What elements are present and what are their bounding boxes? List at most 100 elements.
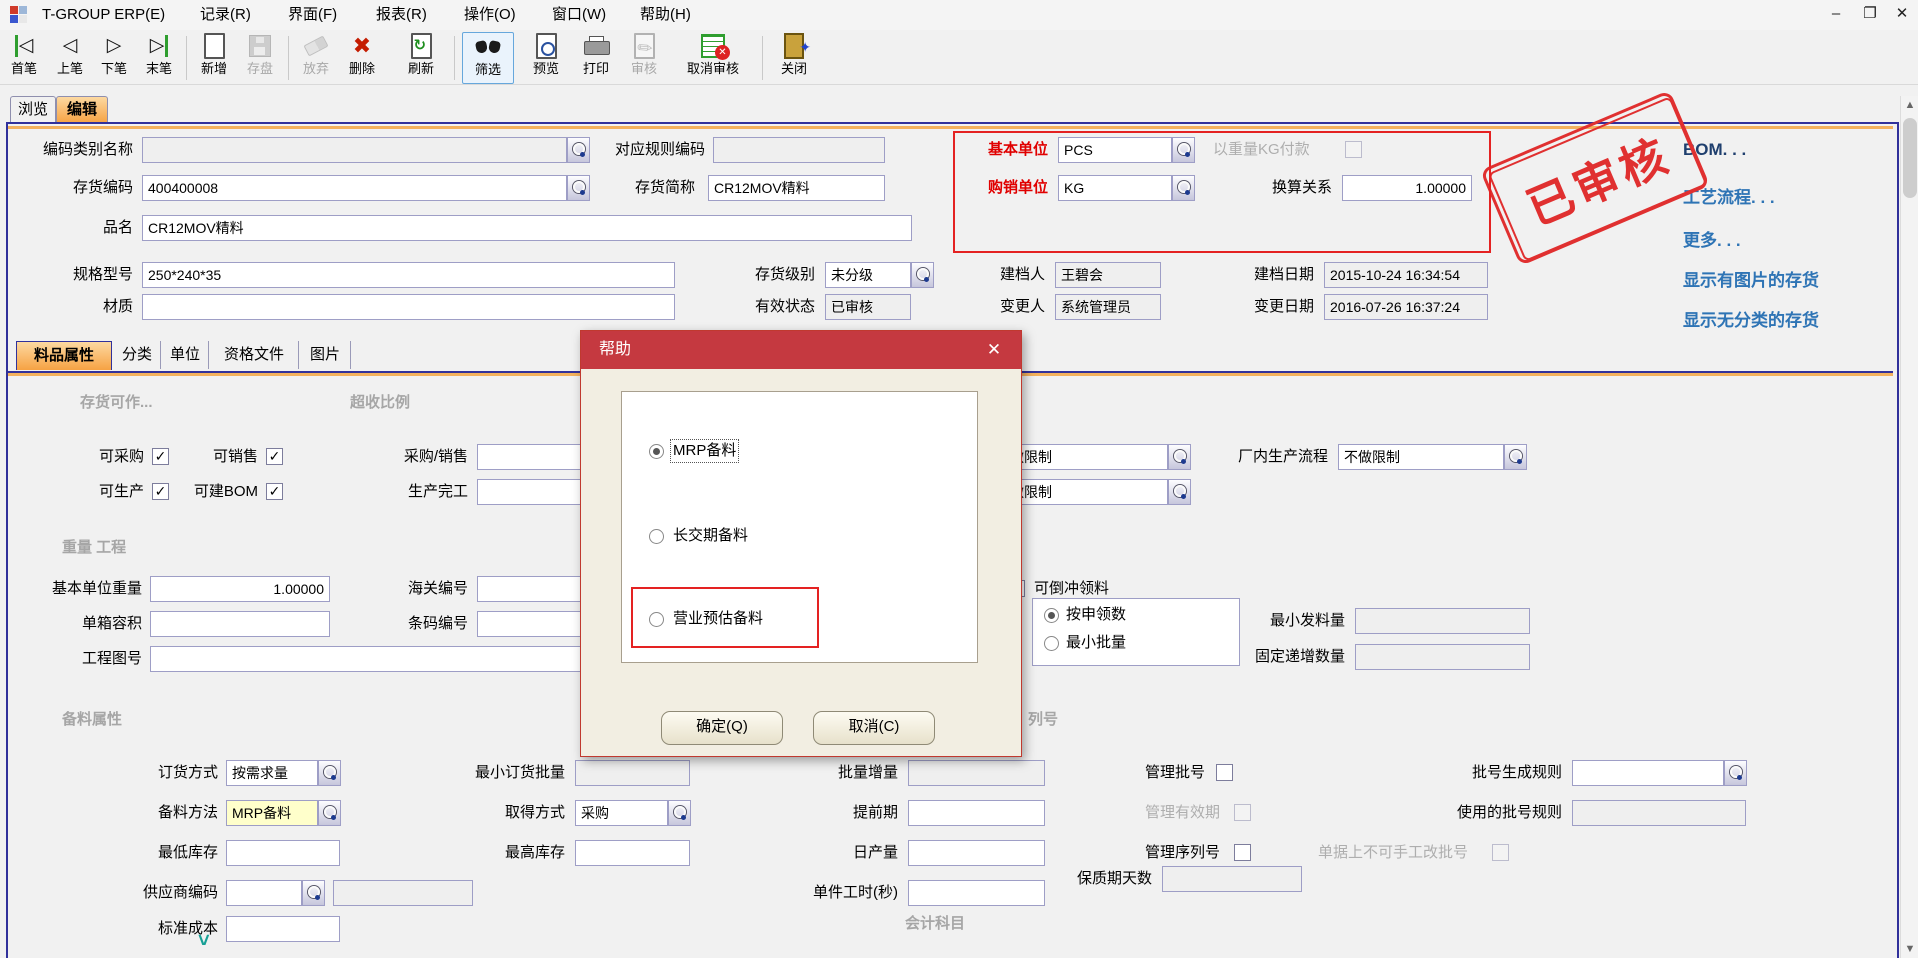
level-lookup-icon[interactable] (911, 262, 934, 288)
factory-flow-field[interactable]: 不做限制 (1338, 444, 1504, 470)
toolbar-next-button[interactable]: ▷ 下笔 (92, 32, 136, 82)
dialog-cancel-button[interactable]: 取消(C) (813, 711, 935, 745)
toolbar-filter-button[interactable]: 筛选 (462, 32, 514, 84)
conversion-field[interactable]: 1.00000 (1342, 175, 1472, 201)
spec-field[interactable]: 250*240*35 (142, 262, 675, 288)
std-cost-field[interactable] (226, 916, 340, 942)
supplier-field[interactable] (226, 880, 302, 906)
tab-browse[interactable]: 浏览 (10, 96, 56, 123)
acquire-field[interactable]: 采购 (575, 800, 668, 826)
mrp-backup-radio[interactable] (649, 444, 664, 459)
menu-tgroup-erp[interactable]: T-GROUP ERP(E) (42, 0, 165, 30)
mrp-backup-label[interactable]: MRP备料 (673, 442, 736, 460)
subtab-unit[interactable]: 单位 (162, 341, 209, 369)
vertical-scrollbar[interactable]: ▲ ▼ (1900, 96, 1918, 958)
subtab-picture[interactable]: 图片 (300, 341, 351, 369)
unit-time-field[interactable] (908, 880, 1045, 906)
no-limit-1-lookup-icon[interactable] (1168, 444, 1191, 470)
link-show-with-image[interactable]: 显示有图片的存货 (1683, 266, 1819, 291)
scrollbar-up-icon[interactable]: ▲ (1901, 96, 1918, 114)
rule-code-field[interactable] (713, 137, 885, 163)
toolbar-refresh-button[interactable]: ↻ 刷新 (398, 32, 444, 82)
trade-unit-label: 购销单位 (975, 175, 1048, 201)
backup-method-lookup-icon[interactable] (318, 800, 341, 826)
item-abbr-field[interactable]: CR12MOV精料 (708, 175, 885, 201)
menu-report[interactable]: 报表(R) (376, 0, 427, 30)
close-button[interactable]: ✕ (1888, 0, 1916, 30)
lead-time-field[interactable] (908, 800, 1045, 826)
menu-interface[interactable]: 界面(F) (288, 0, 337, 30)
long-lead-backup-label[interactable]: 长交期备料 (673, 527, 748, 545)
first-record-icon: ◁ (9, 32, 39, 60)
sellable-checkbox[interactable] (266, 448, 283, 465)
drawing-field[interactable] (150, 646, 640, 672)
no-limit-2-lookup-icon[interactable] (1168, 479, 1191, 505)
menu-help[interactable]: 帮助(H) (640, 0, 691, 30)
cancel-audit-icon: ✕ (698, 32, 728, 60)
toolbar-delete-button[interactable]: ✖ 删除 (340, 32, 384, 82)
acquire-lookup-icon[interactable] (668, 800, 691, 826)
order-mode-field[interactable]: 按需求量 (226, 760, 318, 786)
toolbar-preview-button[interactable]: 预览 (524, 32, 568, 82)
help-dialog-close-icon[interactable]: ✕ (979, 331, 1009, 369)
minimize-button[interactable]: – (1822, 0, 1850, 30)
min-stock-field[interactable] (226, 840, 340, 866)
menu-record[interactable]: 记录(R) (200, 0, 251, 30)
toolbar-last-button[interactable]: ▷ 末笔 (136, 32, 182, 82)
toolbar-prev-button[interactable]: ◁ 上笔 (48, 32, 92, 82)
link-show-unclassified[interactable]: 显示无分类的存货 (1683, 306, 1819, 331)
scrollbar-down-icon[interactable]: ▼ (1901, 940, 1918, 958)
batch-rule-lookup-icon[interactable] (1724, 760, 1747, 786)
code-category-field[interactable] (142, 137, 567, 163)
order-mode-lookup-icon[interactable] (318, 760, 341, 786)
min-batch-radio[interactable] (1044, 636, 1059, 651)
scrollbar-thumb[interactable] (1903, 118, 1917, 198)
base-unit-field[interactable]: PCS (1058, 137, 1172, 163)
base-unit-lookup-icon[interactable] (1172, 137, 1195, 163)
material-field[interactable] (142, 294, 675, 320)
can-bom-checkbox[interactable] (266, 483, 283, 500)
base-weight-field[interactable]: 1.00000 (150, 576, 330, 602)
link-more[interactable]: 更多. . . (1683, 226, 1741, 251)
menu-operation[interactable]: 操作(O) (464, 0, 516, 30)
subtab-category[interactable]: 分类 (114, 341, 161, 369)
backup-method-field[interactable]: MRP备料 (226, 800, 318, 826)
toolbar-separator (288, 36, 289, 80)
acquire-label: 取得方式 (497, 800, 565, 826)
toolbar-new-button[interactable]: 新增 (192, 32, 236, 82)
supplier-lookup-icon[interactable] (302, 880, 325, 906)
scroll-down-indicator-icon[interactable]: ˅ (198, 930, 210, 953)
box-volume-field[interactable] (150, 611, 330, 637)
toolbar-print-button[interactable]: 打印 (574, 32, 618, 82)
trade-unit-lookup-icon[interactable] (1172, 175, 1195, 201)
by-apply-radio[interactable] (1044, 608, 1059, 623)
item-code-label: 存货编码 (40, 175, 133, 201)
toolbar-separator (454, 36, 455, 80)
manage-serial-checkbox[interactable] (1234, 844, 1251, 861)
daily-output-field[interactable] (908, 840, 1045, 866)
code-category-lookup-icon[interactable] (567, 137, 590, 163)
restore-button[interactable]: ❐ (1856, 0, 1884, 30)
toolbar-first-button[interactable]: ◁ 首笔 (2, 32, 46, 82)
level-field[interactable]: 未分级 (825, 262, 911, 288)
trade-unit-field[interactable]: KG (1058, 175, 1172, 201)
tab-edit[interactable]: 编辑 (56, 96, 108, 123)
product-name-field[interactable]: CR12MOV精料 (142, 215, 912, 241)
max-stock-field[interactable] (575, 840, 690, 866)
purchasable-checkbox[interactable] (152, 448, 169, 465)
man age-batch-checkbox[interactable] (1216, 764, 1233, 781)
item-code-lookup-icon[interactable] (567, 175, 590, 201)
subtab-qualification[interactable]: 资格文件 (210, 341, 299, 369)
toolbar-cancel-audit-button[interactable]: ✕ 取消审核 (670, 32, 756, 82)
factory-flow-lookup-icon[interactable] (1504, 444, 1527, 470)
toolbar-close-button[interactable]: ✦ 关闭 (770, 32, 818, 82)
menu-window[interactable]: 窗口(W) (552, 0, 606, 30)
producible-checkbox[interactable] (152, 483, 169, 500)
spec-label: 规格型号 (58, 262, 133, 288)
dialog-ok-button[interactable]: 确定(Q) (661, 711, 783, 745)
batch-rule-field[interactable] (1572, 760, 1724, 786)
item-code-field[interactable]: 400400008 (142, 175, 567, 201)
long-lead-backup-radio[interactable] (649, 529, 664, 544)
subtab-item-attributes[interactable]: 料品属性 (16, 341, 112, 370)
title-bar: T-GROUP ERP(E) 记录(R) 界面(F) 报表(R) 操作(O) 窗… (0, 0, 1918, 31)
